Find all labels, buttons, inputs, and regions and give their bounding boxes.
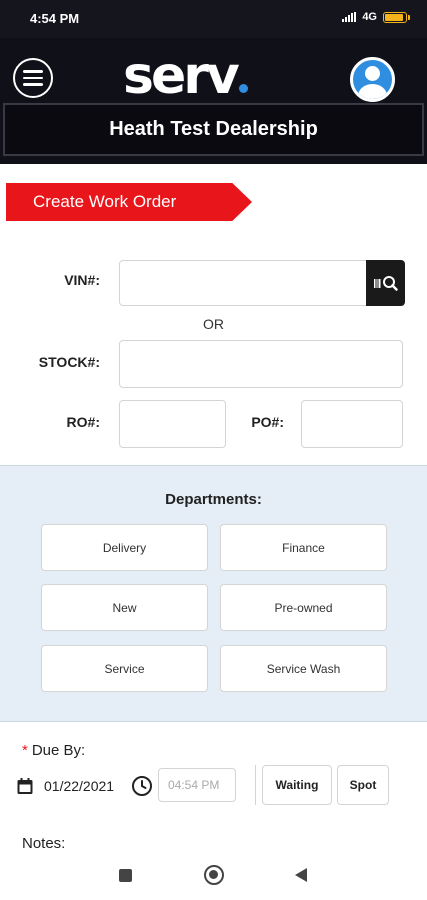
clock-icon[interactable]: [131, 775, 153, 797]
department-preowned-button[interactable]: Pre-owned: [220, 584, 387, 631]
user-avatar-icon[interactable]: [350, 57, 395, 102]
due-time-input[interactable]: 04:54 PM: [158, 768, 236, 802]
back-icon[interactable]: [295, 868, 307, 882]
department-new-button[interactable]: New: [41, 584, 208, 631]
battery-icon: [383, 11, 410, 23]
create-work-order-header: Create Work Order: [6, 183, 252, 221]
hamburger-menu-icon[interactable]: [13, 58, 53, 98]
home-icon[interactable]: [204, 865, 224, 885]
ro-input[interactable]: [119, 400, 226, 448]
department-delivery-button[interactable]: Delivery: [41, 524, 208, 571]
network-type: 4G: [362, 11, 377, 23]
dealership-name: Heath Test Dealership: [109, 118, 318, 140]
vin-input[interactable]: [119, 260, 369, 306]
department-service-wash-button[interactable]: Service Wash: [220, 645, 387, 692]
status-time: 4:54 PM: [30, 11, 80, 26]
waiting-button[interactable]: Waiting: [262, 765, 332, 805]
stock-label: STOCK#:: [38, 354, 100, 370]
recents-icon[interactable]: [119, 869, 132, 882]
system-nav-bar: [0, 850, 427, 900]
divider: [255, 765, 256, 805]
vin-label: VIN#:: [64, 272, 100, 288]
section-title: Create Work Order: [33, 192, 177, 211]
departments-title: Departments:: [165, 491, 262, 508]
status-icons: 4G: [342, 11, 410, 23]
department-service-button[interactable]: Service: [41, 645, 208, 692]
ro-label: RO#:: [66, 414, 100, 430]
barcode-search-icon: [373, 276, 398, 291]
departments-panel: Departments: Delivery Finance New Pre-ow…: [0, 465, 427, 722]
po-label: PO#:: [251, 414, 284, 430]
serv-logo: serv: [123, 46, 248, 106]
po-input[interactable]: [301, 400, 403, 448]
department-finance-button[interactable]: Finance: [220, 524, 387, 571]
signal-icon: [342, 12, 357, 22]
required-asterisk: *: [22, 742, 28, 759]
or-divider: OR: [203, 316, 224, 332]
stock-input[interactable]: [119, 340, 403, 388]
status-bar: 4:54 PM 4G: [0, 0, 427, 38]
dealership-banner: Heath Test Dealership: [3, 103, 424, 156]
spot-button[interactable]: Spot: [337, 765, 389, 805]
app-header: serv Heath Test Dealership: [0, 38, 427, 164]
due-by-label: * Due By:: [22, 742, 86, 759]
due-date-value[interactable]: 01/22/2021: [44, 778, 114, 794]
vin-scan-button[interactable]: [366, 260, 405, 306]
calendar-icon[interactable]: [16, 777, 34, 795]
